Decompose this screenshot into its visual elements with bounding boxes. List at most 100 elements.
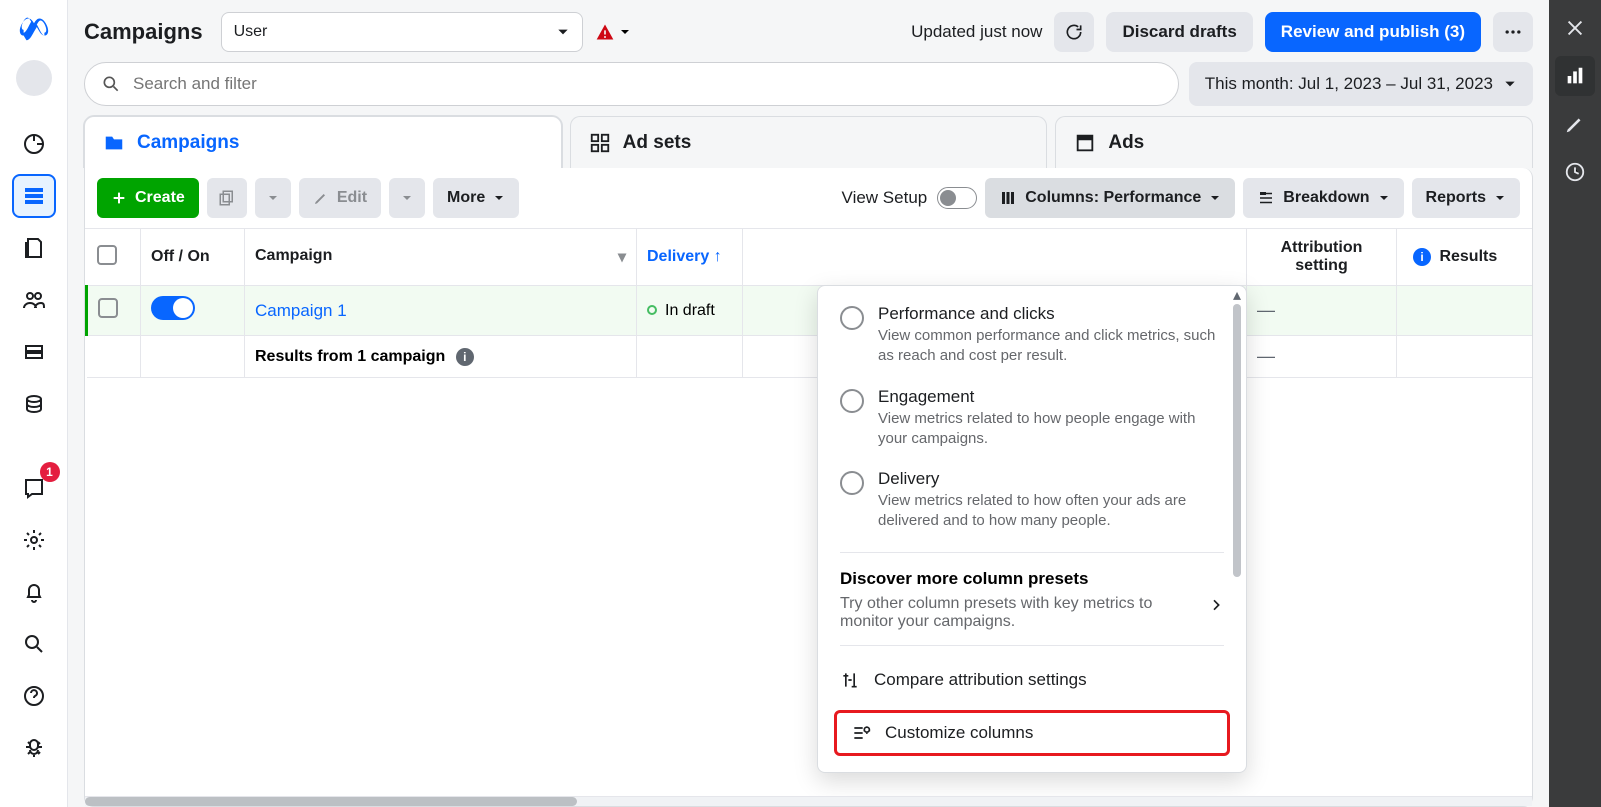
info-icon: i [1413,248,1431,266]
date-range-label: This month: Jul 1, 2023 – Jul 31, 2023 [1205,74,1493,94]
account-selector[interactable]: User [221,12,583,52]
edit-button[interactable]: Edit [299,178,381,218]
edit-menu-button[interactable] [389,178,425,218]
radio-icon [840,306,864,330]
nav-overview-icon[interactable] [12,122,56,166]
info-icon[interactable]: i [456,348,474,366]
breakdown-icon [1257,189,1275,207]
switch-icon [937,187,977,209]
header-bar: Campaigns User Updated just now Discard … [68,0,1549,62]
compare-attribution-link[interactable]: Compare attribution settings [818,656,1246,704]
table-toolbar: Create Edit More View Setup [85,168,1532,229]
tab-adsets[interactable]: Ad sets [570,116,1048,168]
chevron-down-icon [1378,192,1390,204]
tab-campaigns[interactable]: Campaigns [84,116,562,168]
col-hidden [743,229,1247,286]
preset-option-performance-clicks[interactable]: Performance and clicks View common perfo… [818,294,1246,377]
view-setup-toggle[interactable]: View Setup [842,187,978,209]
customize-columns-link[interactable]: Customize columns [834,710,1230,756]
tab-ads[interactable]: Ads [1055,116,1533,168]
columns-icon [999,189,1017,207]
cell-attribution: — [1247,286,1397,336]
edit-panel-icon[interactable] [1555,104,1595,144]
radio-icon [840,471,864,495]
duplicate-menu-button[interactable] [255,178,291,218]
col-delivery[interactable]: Delivery ↑ [637,229,743,286]
scroll-thumb[interactable] [1233,304,1241,577]
grid-icon [589,132,611,154]
breakdown-button[interactable]: Breakdown [1243,178,1403,218]
col-attribution[interactable]: Attribution setting [1247,229,1397,286]
chevron-down-icon [1209,192,1221,204]
more-button[interactable]: More [433,178,519,218]
nav-stack-icon[interactable] [12,382,56,426]
preset-option-delivery[interactable]: Delivery View metrics related to how oft… [818,459,1246,542]
nav-billing-icon[interactable] [12,330,56,374]
nav-campaigns-icon[interactable] [12,174,56,218]
nav-inbox-icon[interactable]: 1 [12,466,56,510]
col-checkbox[interactable] [87,229,141,286]
date-range-selector[interactable]: This month: Jul 1, 2023 – Jul 31, 2023 [1189,62,1533,106]
nav-search-icon[interactable] [12,622,56,666]
sort-asc-icon: ↑ [714,248,722,265]
reports-button[interactable]: Reports [1412,178,1520,218]
discard-drafts-button[interactable]: Discard drafts [1106,12,1252,52]
row-toggle[interactable] [151,296,195,320]
status-dot-icon [647,305,657,315]
chevron-down-icon [493,192,505,204]
nav-help-icon[interactable] [12,674,56,718]
chevron-down-icon [267,192,279,204]
create-button[interactable]: Create [97,178,199,218]
chevron-down-icon: ▾ [618,247,626,267]
popover-scrollbar[interactable]: ▴ [1230,288,1244,770]
footer-attr-dash: — [1257,346,1275,366]
folder-icon [103,132,125,154]
history-panel-icon[interactable] [1555,152,1595,192]
footer-label: Results from 1 campaign i [245,336,637,378]
charts-panel-icon[interactable] [1555,56,1595,96]
warning-icon [595,22,615,42]
horizontal-scrollbar[interactable] [85,796,1532,806]
refresh-button[interactable] [1054,12,1094,52]
nav-settings-icon[interactable] [12,518,56,562]
search-filter-input[interactable] [84,62,1179,106]
col-campaign[interactable]: Campaign ▾ [245,229,637,286]
campaign-name-link[interactable]: Campaign 1 [255,301,347,320]
chevron-down-icon [619,26,631,38]
duplicate-button[interactable] [207,178,247,218]
close-panel-button[interactable] [1555,8,1595,48]
discover-presets-link[interactable]: Discover more column presets Try other c… [818,563,1246,635]
campaigns-table: Off / On Campaign ▾ Delivery ↑ Attributi… [85,229,1532,796]
chevron-down-icon [556,25,570,39]
compare-icon [840,670,860,690]
col-results[interactable]: i Results [1397,229,1533,286]
columns-dropdown: Performance and clicks View common perfo… [817,285,1247,773]
table-row[interactable]: Campaign 1 In draft u… — [87,286,1533,336]
radio-icon [840,389,864,413]
table-footer-row: Results from 1 campaign i — [87,336,1533,378]
nav-notifications-icon[interactable] [12,570,56,614]
search-field[interactable] [133,74,1162,94]
avatar[interactable] [16,60,52,96]
page-title: Campaigns [84,19,203,45]
col-toggle[interactable]: Off / On [141,229,245,286]
more-menu-button[interactable] [1493,12,1533,52]
chevron-down-icon [1494,192,1506,204]
nav-audiences-icon[interactable] [12,278,56,322]
main-panel: Campaigns User Updated just now Discard … [68,0,1549,807]
cell-delivery: In draft [637,286,743,336]
pencil-icon [313,190,329,206]
account-warning[interactable] [595,22,631,42]
scroll-thumb[interactable] [85,797,577,806]
nav-bug-icon[interactable] [12,726,56,770]
preset-option-engagement[interactable]: Engagement View metrics related to how p… [818,377,1246,460]
plus-icon [111,190,127,206]
account-selected-label: User [234,23,268,41]
columns-button[interactable]: Columns: Performance [985,178,1235,218]
scroll-up-icon: ▴ [1230,288,1244,302]
row-checkbox[interactable] [98,298,118,318]
review-publish-button[interactable]: Review and publish (3) [1265,12,1481,52]
nav-ads-reporting-icon[interactable] [12,226,56,270]
cell-results [1397,286,1533,336]
chevron-down-icon [401,192,413,204]
